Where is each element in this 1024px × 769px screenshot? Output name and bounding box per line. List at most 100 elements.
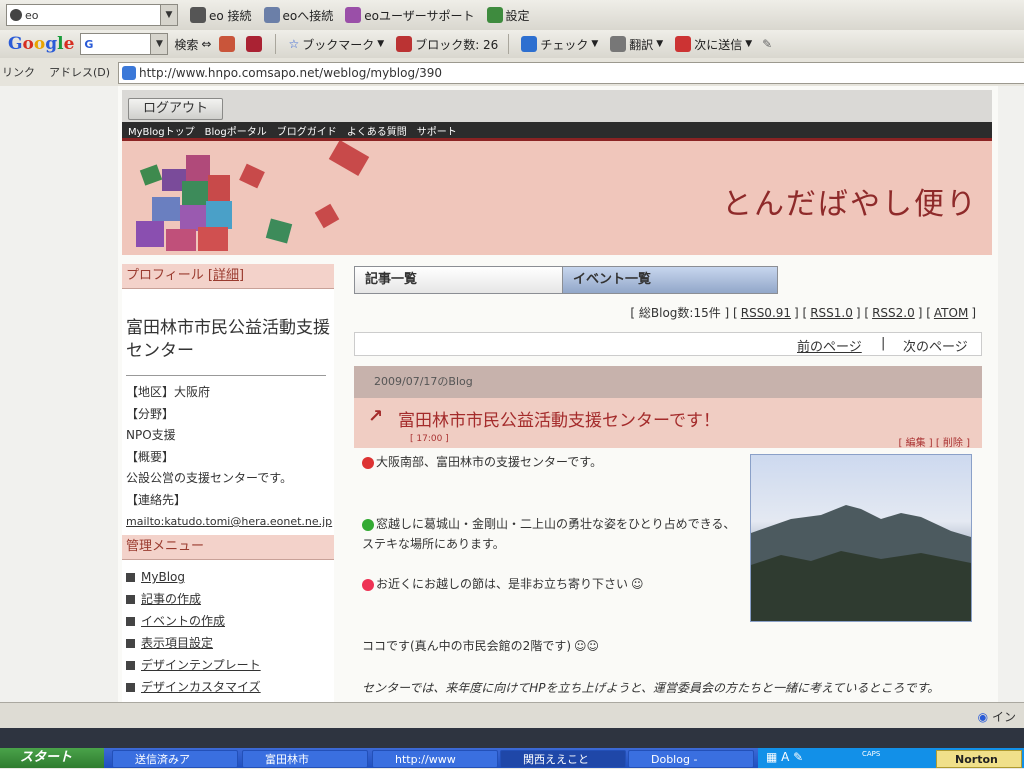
menu-create-event[interactable]: イベントの作成	[122, 610, 334, 632]
spellcheck-button[interactable]: チェック ▼	[521, 36, 598, 53]
puzzle-piece	[198, 227, 228, 251]
sidebar: プロフィール [詳細] 富田林市市民公益活動支援センター 【地区】大阪府 【分野…	[122, 264, 334, 702]
chevron-down-icon[interactable]: ▼	[150, 34, 168, 54]
mountain-photo[interactable]	[750, 454, 972, 622]
eo-connect-button[interactable]: eo 接続	[190, 7, 252, 24]
eo-home-icon	[263, 7, 280, 23]
eo-support-button[interactable]: eoユーザーサポート	[345, 7, 475, 24]
post-title[interactable]: 富田林市市民公益活動支援センターです！	[398, 406, 720, 431]
puzzle-piece	[139, 164, 163, 186]
menu-display-settings[interactable]: 表示項目設定	[122, 632, 334, 654]
norton-button[interactable]: Norton	[936, 750, 1022, 768]
puzzle-icon[interactable]	[246, 36, 263, 52]
star-icon: ☆	[288, 37, 300, 51]
puzzle-piece	[328, 141, 370, 177]
task-sent-mail[interactable]: 送信済みア	[112, 750, 238, 768]
tab-posts[interactable]: 記事一覧	[354, 266, 570, 294]
post-line: 窓越しに葛城山・金剛山・二上山の勇壮な姿をひとり占めできる、ステキな場所にありま…	[362, 514, 742, 554]
task-kansai[interactable]: 関西ええこと	[500, 750, 626, 768]
nav-faq[interactable]: よくある質問	[347, 123, 407, 138]
tab-events[interactable]: イベント一覧	[562, 266, 778, 294]
support-icon	[345, 7, 362, 23]
translate-label: 翻訳	[629, 37, 654, 52]
spellcheck-icon	[521, 36, 538, 52]
post-edit-actions[interactable]: [ 編集 ] [ 削除 ]	[899, 434, 971, 449]
popup-block-button[interactable]: ブロック数: 26	[396, 36, 498, 53]
post-line-text: 窓越しに葛城山・金剛山・二上山の勇壮な姿をひとり占めできる、ステキな場所にありま…	[362, 517, 736, 551]
post-line: お近くにお越しの節は、是非お立ち寄り下さい ☺	[362, 574, 644, 594]
next-page-link[interactable]: 次のページ	[903, 336, 968, 355]
contact-email-link[interactable]: mailto:katudo.tomi@hera.eonet.ne.jp	[122, 511, 334, 533]
bookmark-label: ブックマーク	[302, 37, 375, 52]
keyboard-icon[interactable]: ▦ A ✎	[766, 750, 803, 764]
nav-support[interactable]: サポート	[417, 123, 457, 138]
top-nav: MyBlogトップ Blogポータル ブログガイド よくある質問 サポート	[122, 122, 992, 138]
eo-combo[interactable]: eo ▼	[6, 4, 178, 26]
rss20-link[interactable]: RSS2.0	[872, 306, 915, 320]
google-search-button[interactable]: 検索 ⇔	[174, 36, 211, 53]
menu-design-template[interactable]: デザインテンプレート	[122, 654, 334, 676]
status-zone: ◉ イン	[978, 708, 1016, 725]
menu-design-customize-label: デザインカスタマイズ	[141, 680, 261, 694]
eo-home-button[interactable]: eoへ接続	[263, 7, 333, 24]
eo-connect-label: eo 接続	[209, 8, 252, 23]
google-search-input[interactable]: G ▼	[80, 33, 169, 55]
atom-link[interactable]: ATOM	[934, 306, 968, 320]
profile-field: NPO支援	[126, 428, 176, 442]
caps-indicator: CAPS	[862, 750, 881, 758]
eo-toolbar: eo ▼ eo 接続 eoへ接続 eoユーザーサポート 設定	[0, 0, 1024, 31]
task-http[interactable]: http://www	[372, 750, 498, 768]
eo-settings-button[interactable]: 設定	[486, 7, 530, 24]
settings-icon	[486, 7, 503, 23]
chevron-down-icon[interactable]: ▼	[160, 5, 177, 25]
translate-button[interactable]: 翻訳 ▼	[610, 36, 663, 53]
nav-blog-portal[interactable]: Blogポータル	[205, 123, 267, 138]
pagerank-icon[interactable]	[219, 36, 236, 52]
task-tondabayashi[interactable]: 富田林市	[242, 750, 368, 768]
menu-myblog[interactable]: MyBlog	[122, 566, 334, 588]
bookmark-button[interactable]: ☆ ブックマーク ▼	[288, 36, 384, 53]
links-label[interactable]: リンク	[2, 64, 35, 80]
menu-create-post[interactable]: 記事の作成	[122, 588, 334, 610]
status-bar: ◉ イン	[0, 702, 1024, 729]
profile-detail-link[interactable]: [詳細]	[208, 268, 244, 283]
post-line-text: お近くにお越しの節は、是非お立ち寄り下さい	[376, 577, 629, 591]
globe-icon: ◉	[977, 710, 989, 724]
menu-design-customize[interactable]: デザインカスタマイズ	[122, 676, 334, 698]
mountain-silhouette	[751, 505, 971, 621]
profile-heading: プロフィール [詳細]	[122, 264, 334, 289]
puzzle-piece	[265, 218, 293, 244]
task-doblog[interactable]: Doblog -	[628, 750, 754, 768]
profile-summary: 公設公営の支援センターです。	[126, 471, 293, 485]
taskbar: スタート 送信済みア 富田林市 http://www 関西ええこと Doblog…	[0, 748, 1024, 768]
blog-title[interactable]: とんだばやし便り	[722, 179, 978, 223]
eo-settings-label: 設定	[505, 8, 530, 23]
address-input[interactable]: http://www.hnpo.comsapo.net/weblog/myblo…	[118, 62, 1024, 84]
nav-blog-guide[interactable]: ブログガイド	[277, 123, 337, 138]
heart-icon	[362, 578, 374, 591]
profile-heading-label: プロフィール	[126, 268, 204, 283]
menu-display-settings-label: 表示項目設定	[141, 636, 214, 650]
post-date: 2009/07/17のBlog	[354, 366, 982, 398]
green-ball-icon	[362, 518, 374, 531]
prev-page-link[interactable]: 前のページ	[797, 336, 862, 355]
org-name: 富田林市市民公益活動支援センター	[126, 318, 330, 361]
menu-create-post-label: 記事の作成	[141, 592, 202, 606]
start-button[interactable]: スタート	[0, 748, 104, 768]
wrench-icon[interactable]: ✎	[762, 37, 772, 51]
divider	[508, 34, 510, 54]
nav-myblog-top[interactable]: MyBlogトップ	[128, 123, 195, 138]
profile-summary-label: 【概要】	[126, 449, 175, 464]
puzzle-piece	[136, 221, 164, 247]
rss091-link[interactable]: RSS0.91	[741, 306, 791, 320]
menu-myblog-label: MyBlog	[141, 570, 185, 584]
eo-connect-icon	[190, 7, 206, 23]
send-button[interactable]: 次に送信 ▼	[675, 36, 752, 53]
rss10-link[interactable]: RSS1.0	[810, 306, 853, 320]
logout-button[interactable]: ログアウト	[128, 98, 224, 120]
pager: 前のページ | 次のページ	[354, 332, 982, 356]
google-search-value: G	[84, 37, 94, 51]
bullet-icon	[126, 595, 135, 604]
account-bar: ログアウト	[122, 90, 992, 122]
eo-logo-icon	[10, 9, 22, 21]
